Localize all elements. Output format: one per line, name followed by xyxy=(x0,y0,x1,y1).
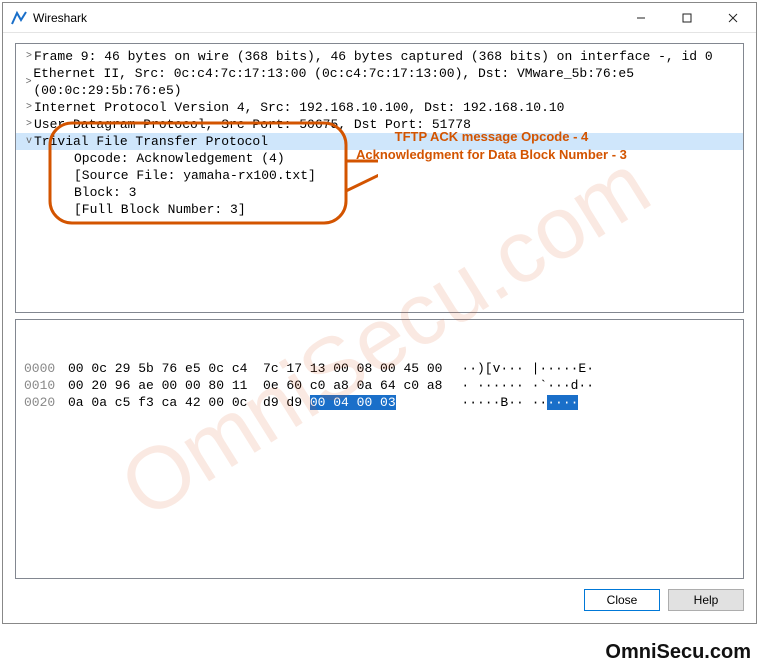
tree-row[interactable]: Block: 3 xyxy=(16,184,743,201)
tree-row[interactable]: >Internet Protocol Version 4, Src: 192.1… xyxy=(16,99,743,116)
hex-offset: 0020 xyxy=(24,394,68,411)
hex-ascii-highlight: ···· xyxy=(547,395,578,410)
hex-line[interactable]: 001000 20 96 ae 00 00 80 11 0e 60 c0 a8 … xyxy=(24,377,735,394)
hex-line[interactable]: 000000 0c 29 5b 76 e5 0c c4 7c 17 13 00 … xyxy=(24,360,735,377)
callout-line-1: TFTP ACK message Opcode - 4 xyxy=(356,128,627,146)
tree-row-text: [Source File: yamaha-rx100.txt] xyxy=(66,167,316,184)
hex-ascii: ·····B·· ······ xyxy=(438,394,578,411)
hex-bytes: 00 20 96 ae 00 00 80 11 0e 60 c0 a8 0a 6… xyxy=(68,377,438,394)
callout-line-2: Acknowledgment for Data Block Number - 3 xyxy=(356,146,627,164)
tree-row-text: Ethernet II, Src: 0c:c4:7c:17:13:00 (0c:… xyxy=(33,65,739,99)
content-area: TFTP ACK message Opcode - 4 Acknowledgme… xyxy=(3,33,756,623)
wireshark-window: Wireshark TFTP ACK message Opcode - 4 Ac… xyxy=(2,2,757,624)
callout-text: TFTP ACK message Opcode - 4 Acknowledgme… xyxy=(356,128,627,164)
tree-row[interactable]: >Ethernet II, Src: 0c:c4:7c:17:13:00 (0c… xyxy=(16,65,743,99)
tree-row-text: [Full Block Number: 3] xyxy=(66,201,246,218)
expand-icon[interactable]: > xyxy=(20,74,33,91)
tree-row-text: Block: 3 xyxy=(66,184,136,201)
close-window-button[interactable] xyxy=(710,3,756,33)
hex-offset: 0010 xyxy=(24,377,68,394)
tree-row-text: Internet Protocol Version 4, Src: 192.16… xyxy=(34,99,565,116)
wireshark-icon xyxy=(11,10,27,26)
tree-row[interactable]: [Source File: yamaha-rx100.txt] xyxy=(16,167,743,184)
packet-details-pane[interactable]: TFTP ACK message Opcode - 4 Acknowledgme… xyxy=(15,43,744,313)
help-button[interactable]: Help xyxy=(668,589,744,611)
tree-row-text: Frame 9: 46 bytes on wire (368 bits), 46… xyxy=(34,48,713,65)
maximize-button[interactable] xyxy=(664,3,710,33)
hex-line[interactable]: 00200a 0a c5 f3 ca 42 00 0c d9 d9 00 04 … xyxy=(24,394,735,411)
window-buttons xyxy=(618,3,756,33)
hex-highlight: 00 04 00 03 xyxy=(310,395,396,410)
collapse-icon[interactable]: v xyxy=(20,133,34,150)
window-title: Wireshark xyxy=(33,11,618,25)
hex-ascii: · ······ ·`···d·· xyxy=(438,377,594,394)
hex-ascii: ··)[v··· |·····E· xyxy=(438,360,594,377)
footer-brand: OmniSecu.com xyxy=(605,641,751,664)
dialog-buttons: Close Help xyxy=(15,579,744,611)
packet-bytes-pane[interactable]: 000000 0c 29 5b 76 e5 0c c4 7c 17 13 00 … xyxy=(15,319,744,579)
tree-row[interactable]: [Full Block Number: 3] xyxy=(16,201,743,218)
hex-offset: 0000 xyxy=(24,360,68,377)
titlebar: Wireshark xyxy=(3,3,756,33)
hex-bytes: 00 0c 29 5b 76 e5 0c c4 7c 17 13 00 08 0… xyxy=(68,360,438,377)
expand-icon[interactable]: > xyxy=(20,99,34,116)
tree-row[interactable]: >Frame 9: 46 bytes on wire (368 bits), 4… xyxy=(16,48,743,65)
minimize-button[interactable] xyxy=(618,3,664,33)
expand-icon[interactable]: > xyxy=(20,48,34,65)
tree-row-text: Opcode: Acknowledgement (4) xyxy=(66,150,285,167)
close-button[interactable]: Close xyxy=(584,589,660,611)
expand-icon[interactable]: > xyxy=(20,116,34,133)
hex-bytes: 0a 0a c5 f3 ca 42 00 0c d9 d9 00 04 00 0… xyxy=(68,394,438,411)
tree-row-text: Trivial File Transfer Protocol xyxy=(34,133,268,150)
